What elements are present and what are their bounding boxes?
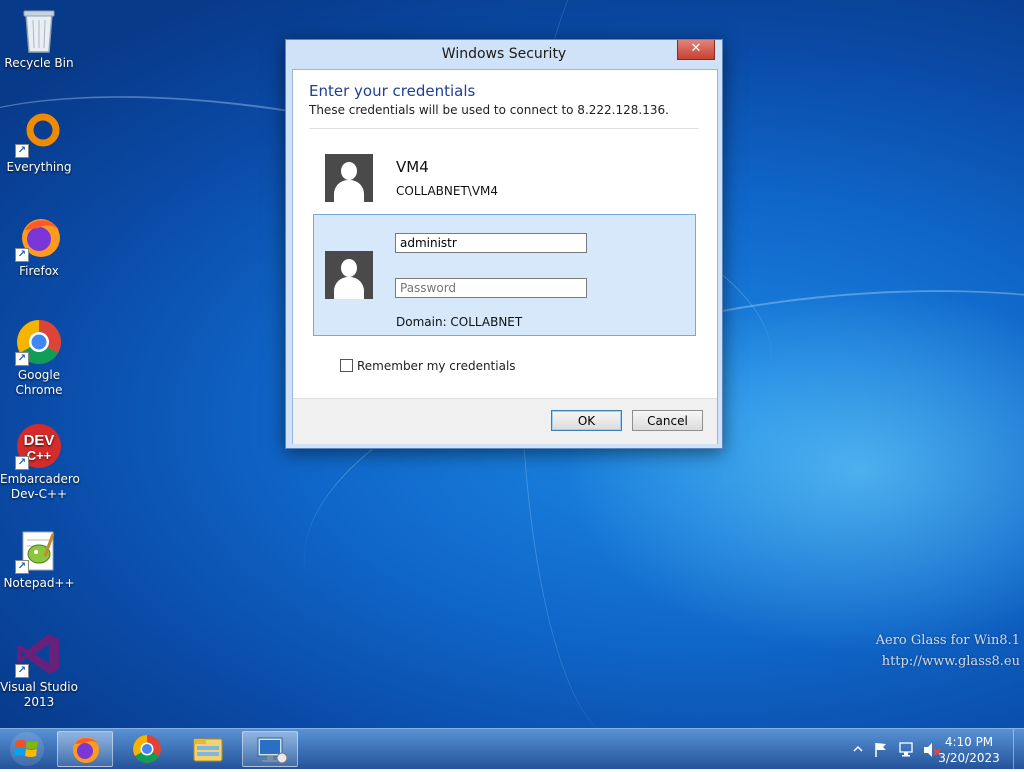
watermark-line-1: Aero Glass for Win8.1 [875, 633, 1020, 648]
dialog-subtext: These credentials will be used to connec… [309, 103, 669, 117]
checkbox-icon[interactable] [340, 359, 353, 372]
password-field[interactable] [395, 278, 587, 298]
dialog-title: Windows Security [441, 46, 567, 62]
desktop-icon-recycle-bin[interactable]: Recycle Bin [0, 6, 78, 71]
clock-date: 3/20/2023 [938, 751, 1000, 765]
desktop-icon-visual-studio-2013[interactable]: ↗ Visual Studio 2013 [0, 630, 78, 710]
close-button[interactable]: ✕ [677, 40, 715, 60]
watermark-line-2: http://www.glass8.eu [881, 654, 1020, 669]
username-field[interactable] [395, 233, 587, 253]
show-desktop-button[interactable] [1013, 729, 1024, 769]
other-user-credential-panel[interactable]: Domain: COLLABNET [313, 214, 696, 336]
firefox-icon: ↗ [15, 214, 63, 262]
desktop-icon-google-chrome[interactable]: ↗ Google Chrome [0, 318, 78, 398]
remember-credentials-label: Remember my credentials [357, 359, 516, 373]
shortcut-arrow-icon: ↗ [15, 144, 29, 158]
dialog-heading: Enter your credentials [309, 82, 476, 100]
chrome-icon [133, 735, 161, 763]
svg-text:C++: C++ [27, 448, 52, 463]
account-name: VM4 [396, 158, 429, 176]
shortcut-arrow-icon: ↗ [15, 456, 29, 470]
everything-search-icon: ↗ [15, 110, 63, 158]
desktop-icon-label: Google Chrome [15, 368, 63, 397]
dev-cpp-icon: DEV C++ ↗ [15, 422, 63, 470]
remote-desktop-icon [257, 737, 288, 764]
visual-studio-icon: ↗ [15, 630, 63, 678]
shortcut-arrow-icon: ↗ [15, 560, 29, 574]
notepad-plus-plus-icon: ↗ [15, 526, 63, 574]
svg-text:DEV: DEV [24, 432, 55, 449]
desktop-icon-label: Firefox [19, 264, 59, 278]
close-icon: ✕ [690, 41, 702, 56]
aero-glass-watermark: Aero Glass for Win8.1 http://www.glass8.… [876, 630, 1020, 672]
clock-time: 4:10 PM [944, 735, 994, 749]
domain-label: Domain: COLLABNET [396, 315, 523, 329]
desktop-icon-firefox[interactable]: ↗ Firefox [0, 214, 78, 279]
desktop-icon-label: Visual Studio 2013 [0, 680, 78, 709]
taskbar-file-explorer[interactable] [180, 731, 236, 767]
desktop-icon-label: Recycle Bin [4, 56, 74, 70]
user-avatar-icon [325, 251, 373, 299]
show-hidden-icons-chevron-icon [853, 745, 863, 752]
ok-button[interactable]: OK [551, 410, 622, 431]
cancel-button[interactable]: Cancel [632, 410, 703, 431]
windows-security-dialog: Windows Security ✕ Enter your credential… [285, 39, 723, 449]
shortcut-arrow-icon: ↗ [15, 352, 29, 366]
user-avatar-icon [325, 154, 373, 202]
desktop-icon-label: Everything [6, 160, 72, 174]
dialog-client-area: Enter your credentials These credentials… [292, 69, 718, 444]
desktop-icon-everything[interactable]: ↗ Everything [0, 110, 78, 175]
start-button[interactable] [0, 729, 54, 769]
desktop-icon-label: Notepad++ [3, 576, 75, 590]
dialog-titlebar[interactable]: Windows Security ✕ [286, 40, 722, 68]
account-domain-user: COLLABNET\VM4 [396, 184, 499, 198]
separator [309, 128, 699, 129]
network-icon [899, 742, 913, 757]
desktop-icon-notepad-plus-plus[interactable]: ↗ Notepad++ [0, 526, 78, 591]
firefox-icon [73, 737, 99, 763]
taskbar-firefox[interactable] [57, 731, 113, 767]
recycle-bin-icon [15, 6, 63, 54]
chrome-icon: ↗ [15, 318, 63, 366]
desktop-icon-label: Embarcadero Dev-C++ [0, 472, 80, 501]
shortcut-arrow-icon: ↗ [15, 664, 29, 678]
taskbar: 4:10 PM 3/20/2023 [0, 728, 1024, 769]
remember-credentials-checkbox[interactable]: Remember my credentials [340, 359, 516, 373]
taskbar-chrome[interactable] [119, 731, 175, 767]
windows-logo-icon [10, 732, 44, 766]
dialog-footer: OK Cancel [293, 398, 717, 444]
desktop-icon-dev-cpp[interactable]: DEV C++ ↗ Embarcadero Dev-C++ [0, 422, 80, 502]
file-explorer-icon [193, 738, 223, 762]
shortcut-arrow-icon: ↗ [15, 248, 29, 262]
desktop: Recycle Bin ↗ Everything ↗ Firefox ↗ Goo… [0, 0, 1024, 728]
taskbar-remote-desktop[interactable] [242, 731, 298, 767]
action-center-flag-icon [875, 743, 886, 757]
taskbar-clock[interactable]: 4:10 PM 3/20/2023 [934, 734, 1004, 766]
